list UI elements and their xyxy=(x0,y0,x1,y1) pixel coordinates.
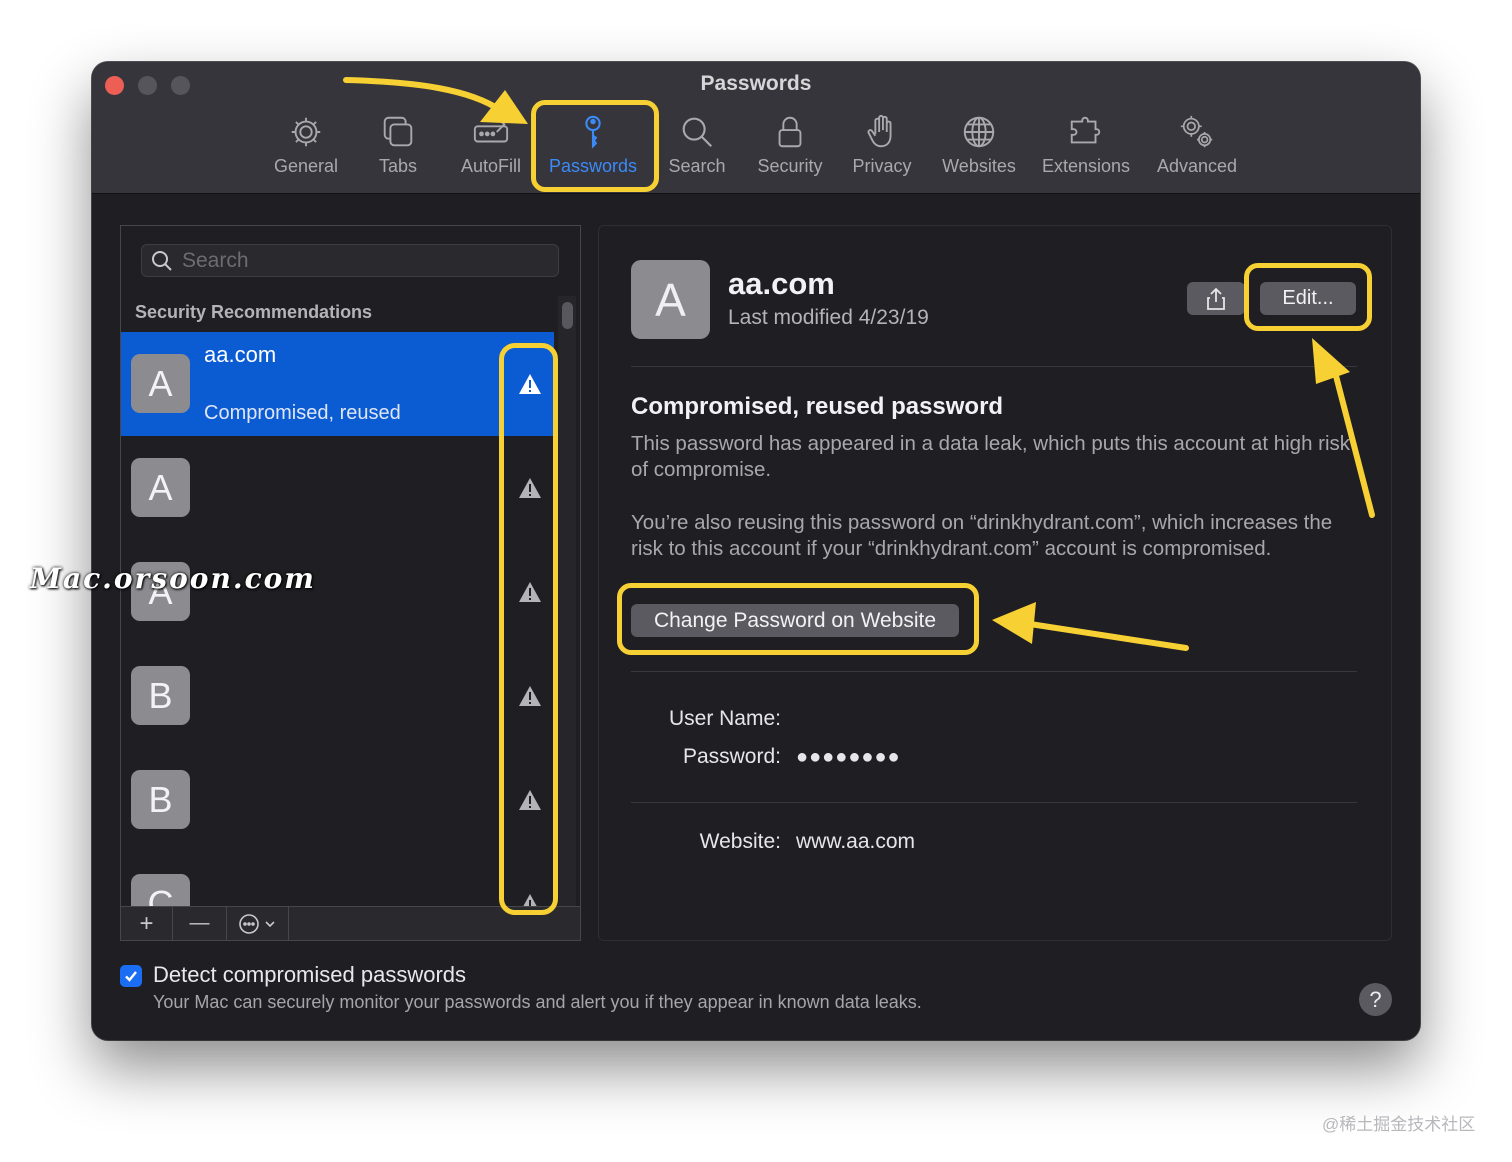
tab-websites-label: Websites xyxy=(942,156,1016,176)
list-scrollbar-thumb[interactable] xyxy=(562,302,573,329)
tab-privacy-label: Privacy xyxy=(852,156,912,176)
ellipsis-circle-icon xyxy=(238,913,275,934)
reuse-description: You’re also reusing this password on “dr… xyxy=(631,511,1333,560)
divider xyxy=(631,366,1357,367)
password-value[interactable]: ●●●●●●●● xyxy=(796,746,901,769)
list-scrollbar[interactable] xyxy=(558,296,576,908)
password-detail-panel: A aa.com Last modified 4/23/19 Edit... C… xyxy=(598,225,1392,941)
divider xyxy=(631,802,1357,803)
avatar: A xyxy=(131,354,190,413)
detail-avatar: A xyxy=(631,260,710,339)
list-item[interactable]: A aa.com Compromised, reused xyxy=(121,332,554,436)
warning-icon xyxy=(519,686,541,706)
tab-autofill-label: AutoFill xyxy=(460,156,522,176)
help-button[interactable]: ? xyxy=(1359,983,1392,1016)
detect-compromised-label[interactable]: Detect compromised passwords xyxy=(153,962,466,988)
credit-watermark: @稀土掘金技术社区 xyxy=(1322,1115,1476,1134)
tab-extensions[interactable]: Extensions xyxy=(1038,110,1134,186)
avatar: A xyxy=(131,458,190,517)
detect-compromised-checkbox[interactable] xyxy=(120,965,142,987)
detect-compromised-description: Your Mac can securely monitor your passw… xyxy=(153,992,922,1012)
list-item-site: aa.com xyxy=(204,342,277,367)
share-icon xyxy=(1207,287,1225,310)
gears-icon xyxy=(1180,115,1213,148)
hand-icon xyxy=(867,114,892,148)
warning-icon xyxy=(519,790,541,810)
globe-icon xyxy=(963,116,995,148)
list-item[interactable]: B xyxy=(121,644,554,748)
autofill-icon xyxy=(473,118,509,143)
list-item[interactable]: A xyxy=(121,436,554,540)
warning-description: This password has appeared in a data lea… xyxy=(631,432,1351,481)
avatar: C xyxy=(131,874,190,908)
edit-button[interactable]: Edit... xyxy=(1260,282,1356,315)
puzzle-icon xyxy=(1070,116,1101,144)
tab-advanced[interactable]: Advanced xyxy=(1152,110,1242,186)
detail-last-modified: Last modified 4/23/19 xyxy=(728,306,929,329)
tab-search-label: Search xyxy=(668,156,726,176)
list-item[interactable]: C xyxy=(121,852,554,908)
warning-icon xyxy=(519,374,541,394)
website-value[interactable]: www.aa.com xyxy=(796,830,915,854)
tab-privacy[interactable]: Privacy xyxy=(848,110,916,186)
tab-general-label: General xyxy=(273,156,339,176)
safari-preferences-window: Passwords General Tabs AutoFill Password… xyxy=(92,62,1420,1040)
password-label: Password: xyxy=(682,745,781,768)
tab-security-label: Security xyxy=(757,156,823,176)
tab-search[interactable]: Search xyxy=(663,110,731,186)
search-icon xyxy=(682,117,712,147)
tab-advanced-label: Advanced xyxy=(1156,156,1238,176)
tab-security[interactable]: Security xyxy=(752,110,828,186)
tab-autofill[interactable]: AutoFill xyxy=(456,110,526,186)
warning-title: Compromised, reused password xyxy=(631,393,1004,420)
password-list: A aa.com Compromised, reused A A B B C xyxy=(121,332,554,908)
search-input[interactable] xyxy=(182,247,542,275)
remove-password-button[interactable]: — xyxy=(173,907,227,940)
share-button[interactable] xyxy=(1187,282,1245,315)
tab-tabs[interactable]: Tabs xyxy=(368,110,428,186)
checkmark-icon xyxy=(125,971,137,982)
gear-icon xyxy=(291,117,321,147)
title-bar: Passwords General Tabs AutoFill Password… xyxy=(92,62,1420,194)
avatar: B xyxy=(131,770,190,829)
warning-icon xyxy=(519,582,541,602)
avatar: B xyxy=(131,666,190,725)
detail-title: aa.com xyxy=(728,266,835,301)
section-header: Security Recommendations xyxy=(135,302,373,322)
list-toolbar: + — xyxy=(121,906,580,940)
search-icon xyxy=(152,251,172,271)
tab-general[interactable]: General xyxy=(268,110,344,186)
username-label: User Name: xyxy=(668,707,781,730)
lock-icon xyxy=(778,116,802,148)
tab-passwords-label: Passwords xyxy=(548,156,638,176)
change-password-button[interactable]: Change Password on Website xyxy=(631,604,959,637)
tab-tabs-label: Tabs xyxy=(378,156,418,176)
tab-extensions-label: Extensions xyxy=(1041,156,1131,176)
more-options-button[interactable] xyxy=(227,907,289,940)
divider xyxy=(631,671,1357,672)
preferences-content: Security Recommendations A aa.com Compro… xyxy=(92,195,1420,1040)
tabs-icon xyxy=(383,116,413,147)
password-search-field[interactable] xyxy=(141,244,559,277)
list-item[interactable]: B xyxy=(121,748,554,852)
website-label: Website: xyxy=(699,830,781,853)
list-item-status: Compromised, reused xyxy=(204,402,401,424)
add-password-button[interactable]: + xyxy=(121,907,173,940)
key-icon xyxy=(585,115,601,149)
window-title: Passwords xyxy=(700,72,812,95)
site-watermark: Mac.orsoon.com xyxy=(30,562,316,595)
tab-websites[interactable]: Websites xyxy=(938,110,1020,186)
warning-icon xyxy=(519,478,541,498)
tab-passwords[interactable]: Passwords xyxy=(544,110,642,186)
